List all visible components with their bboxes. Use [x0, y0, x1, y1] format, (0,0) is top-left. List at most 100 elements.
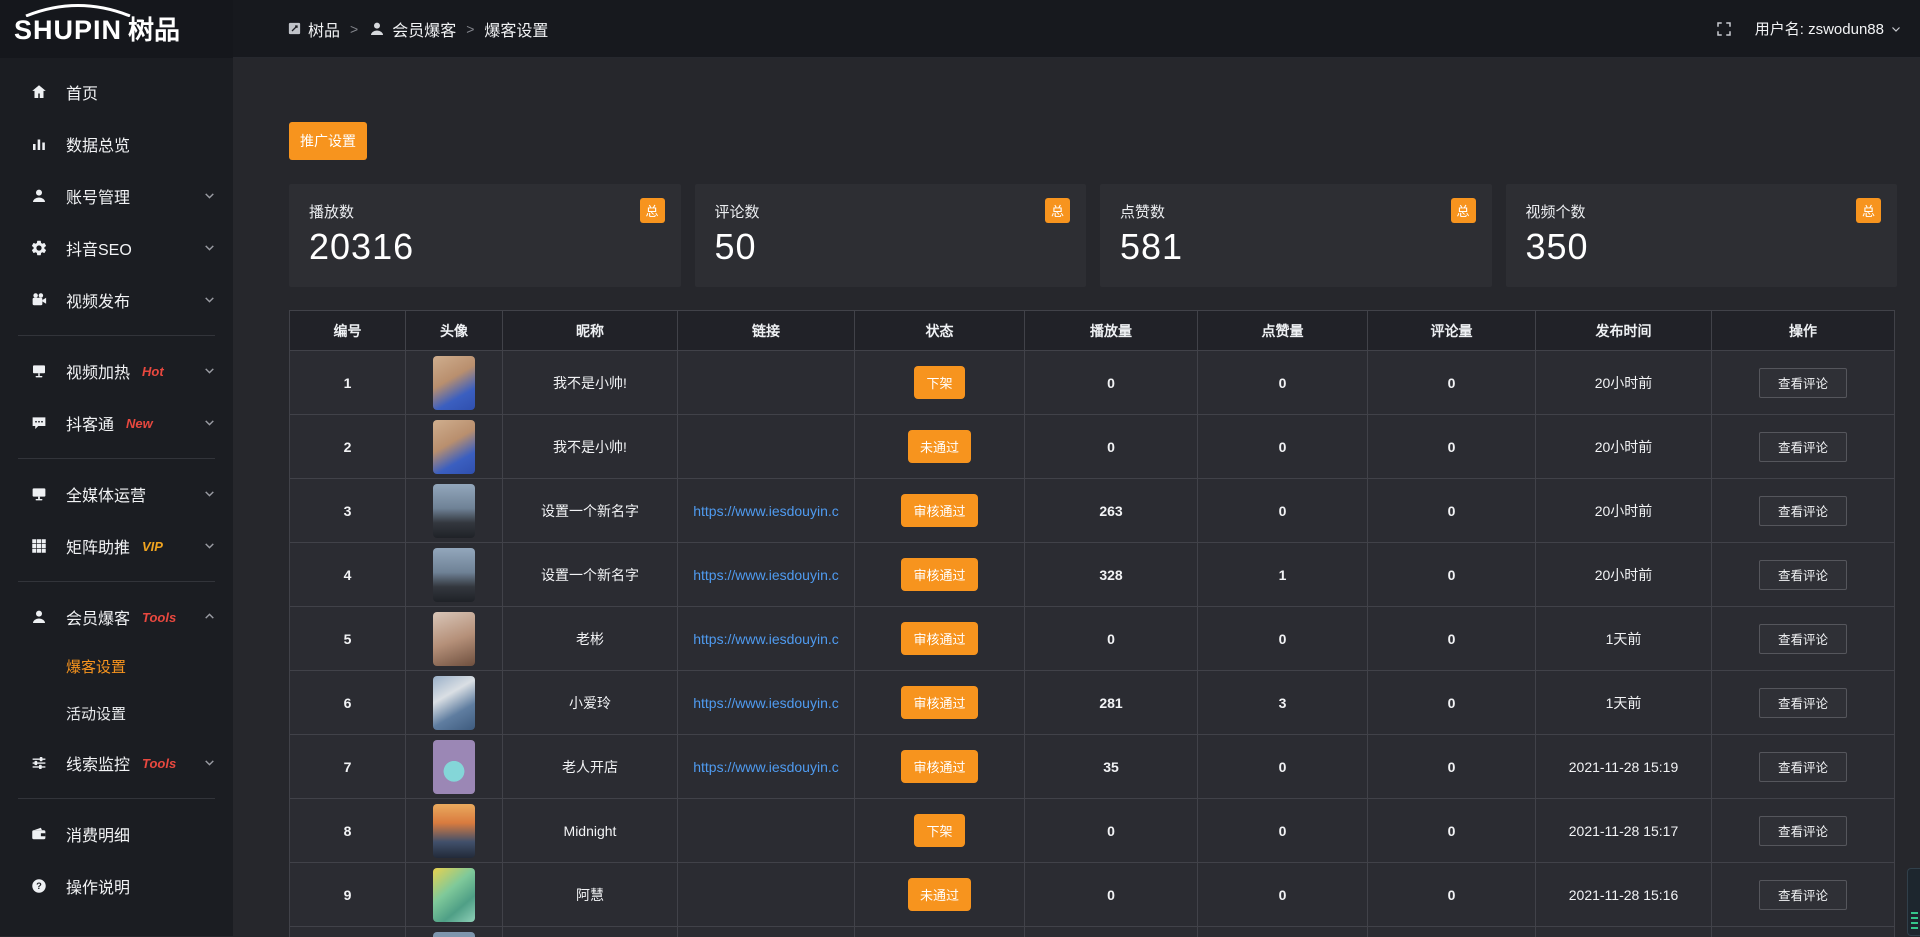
- stat-label: 视频个数: [1526, 201, 1878, 222]
- sidebar-item-抖客通[interactable]: 抖客通New: [0, 397, 233, 449]
- sidebar-subitem-爆客设置[interactable]: 爆客设置: [0, 643, 233, 690]
- cell-comments: 0: [1368, 735, 1536, 799]
- view-comments-button[interactable]: 查看评论: [1759, 816, 1847, 846]
- table-row: 6小爱玲https://www.iesdouyin.c审核通过281301天前查…: [290, 671, 1895, 735]
- video-link[interactable]: https://www.iesdouyin.c: [693, 567, 839, 583]
- view-comments-button[interactable]: 查看评论: [1759, 752, 1847, 782]
- view-comments-button[interactable]: 查看评论: [1759, 624, 1847, 654]
- cell-status: 下架: [855, 799, 1025, 863]
- cell-avatar: [406, 671, 503, 735]
- breadcrumb-separator: >: [466, 21, 474, 37]
- sidebar-item-badge: VIP: [142, 539, 163, 554]
- cell-likes: 3: [1198, 671, 1368, 735]
- stats-row: 播放数20316总评论数50总点赞数581总视频个数350总: [289, 184, 1897, 287]
- breadcrumb-item[interactable]: 树品: [287, 17, 340, 41]
- cell-likes: 0: [1198, 735, 1368, 799]
- cell-nickname: 设置一个新名字: [503, 479, 678, 543]
- stat-label: 评论数: [715, 201, 1067, 222]
- avatar: [433, 484, 475, 538]
- sidebar-item-badge: Tools: [142, 610, 176, 625]
- cell-link: [678, 863, 855, 927]
- breadcrumb-item[interactable]: 会员爆客: [368, 17, 456, 41]
- cell-publish-time: 2021-11-28 15:16: [1536, 863, 1712, 927]
- stat-total-badge: 总: [1451, 198, 1476, 223]
- sidebar-item-账号管理[interactable]: 账号管理: [0, 170, 233, 222]
- sidebar-item-label: 矩阵助推: [66, 534, 130, 558]
- status-badge: 审核通过: [901, 558, 977, 591]
- cell-publish-time: 1天前: [1536, 607, 1712, 671]
- view-comments-button[interactable]: 查看评论: [1759, 368, 1847, 398]
- cell-likes: 0: [1198, 799, 1368, 863]
- fullscreen-icon[interactable]: [1715, 20, 1733, 38]
- view-comments-button[interactable]: 查看评论: [1759, 496, 1847, 526]
- cell-status: 下架: [855, 351, 1025, 415]
- cell-nickname: 老人开店: [503, 735, 678, 799]
- stat-value: 50: [715, 226, 1067, 268]
- cell-avatar: [406, 351, 503, 415]
- gear-icon: [30, 239, 48, 257]
- sidebar-item-线索监控[interactable]: 线索监控Tools: [0, 737, 233, 789]
- user-icon: [368, 20, 386, 38]
- view-comments-button[interactable]: 查看评论: [1759, 880, 1847, 910]
- floating-widget[interactable]: [1907, 868, 1920, 936]
- sliders-icon: [30, 754, 48, 772]
- chevron-down-icon: [203, 487, 217, 501]
- user-icon: [30, 187, 48, 205]
- cell-avatar: [406, 415, 503, 479]
- video-link[interactable]: https://www.iesdouyin.c: [693, 695, 839, 711]
- view-comments-button[interactable]: 查看评论: [1759, 688, 1847, 718]
- view-comments-button[interactable]: 查看评论: [1759, 432, 1847, 462]
- column-header: 评论量: [1368, 311, 1536, 351]
- sidebar-item-消费明细[interactable]: 消费明细: [0, 808, 233, 860]
- sidebar-item-会员爆客[interactable]: 会员爆客Tools: [0, 591, 233, 643]
- stat-label: 播放数: [309, 201, 661, 222]
- sidebar-item-矩阵助推[interactable]: 矩阵助推 VIP: [0, 520, 233, 572]
- cell-link: https://www.iesdouyin.c: [678, 671, 855, 735]
- cell-plays: 0: [1025, 351, 1198, 415]
- sidebar-item-数据总览[interactable]: 数据总览: [0, 118, 233, 170]
- stat-card: 播放数20316总: [289, 184, 681, 287]
- promo-settings-button[interactable]: 推广设置: [289, 122, 367, 160]
- column-header: 点赞量: [1198, 311, 1368, 351]
- cell-action: 查看评论: [1712, 415, 1895, 479]
- cell-plays: 281: [1025, 671, 1198, 735]
- username-dropdown[interactable]: 用户名: zswodun88: [1755, 18, 1902, 39]
- sidebar-item-全媒体运营[interactable]: 全媒体运营: [0, 468, 233, 520]
- sidebar-subitem-活动设置[interactable]: 活动设置: [0, 690, 233, 737]
- cell-link: https://www.iesdouyin.c: [678, 479, 855, 543]
- sidebar-item-label: 消费明细: [66, 822, 130, 846]
- cell-link: https://www.iesdouyin.c: [678, 735, 855, 799]
- sidebar-divider: [18, 581, 215, 582]
- sidebar-item-首页[interactable]: 首页: [0, 66, 233, 118]
- sidebar-item-操作说明[interactable]: ?操作说明: [0, 860, 233, 912]
- cell-plays: 0: [1025, 863, 1198, 927]
- breadcrumb-item: 爆客设置: [484, 17, 548, 41]
- status-badge: 审核通过: [901, 494, 977, 527]
- sidebar-item-视频加热[interactable]: 视频加热Hot: [0, 345, 233, 397]
- stat-total-badge: 总: [1856, 198, 1881, 223]
- sidebar-item-视频发布[interactable]: 视频发布: [0, 274, 233, 326]
- cell-empty: [1025, 927, 1198, 937]
- cell-plays: 0: [1025, 607, 1198, 671]
- column-header: 链接: [678, 311, 855, 351]
- cell-comments: 0: [1368, 607, 1536, 671]
- cell-id: 5: [290, 607, 406, 671]
- cell-publish-time: 1天前: [1536, 671, 1712, 735]
- cell-action: 查看评论: [1712, 607, 1895, 671]
- sidebar-item-label: 操作说明: [66, 874, 130, 898]
- column-header: 发布时间: [1536, 311, 1712, 351]
- view-comments-button[interactable]: 查看评论: [1759, 560, 1847, 590]
- grid-icon: [30, 537, 48, 555]
- cell-publish-time: 20小时前: [1536, 543, 1712, 607]
- cell-plays: 0: [1025, 415, 1198, 479]
- cell-action: 查看评论: [1712, 671, 1895, 735]
- video-link[interactable]: https://www.iesdouyin.c: [693, 759, 839, 775]
- avatar: [433, 420, 475, 474]
- cell-status: 审核通过: [855, 735, 1025, 799]
- video-link[interactable]: https://www.iesdouyin.c: [693, 503, 839, 519]
- video-link[interactable]: https://www.iesdouyin.c: [693, 631, 839, 647]
- cell-nickname: 设置一个新名字: [503, 543, 678, 607]
- status-badge: 下架: [914, 814, 964, 847]
- sidebar-item-抖音SEO[interactable]: 抖音SEO: [0, 222, 233, 274]
- status-badge: 审核通过: [901, 750, 977, 783]
